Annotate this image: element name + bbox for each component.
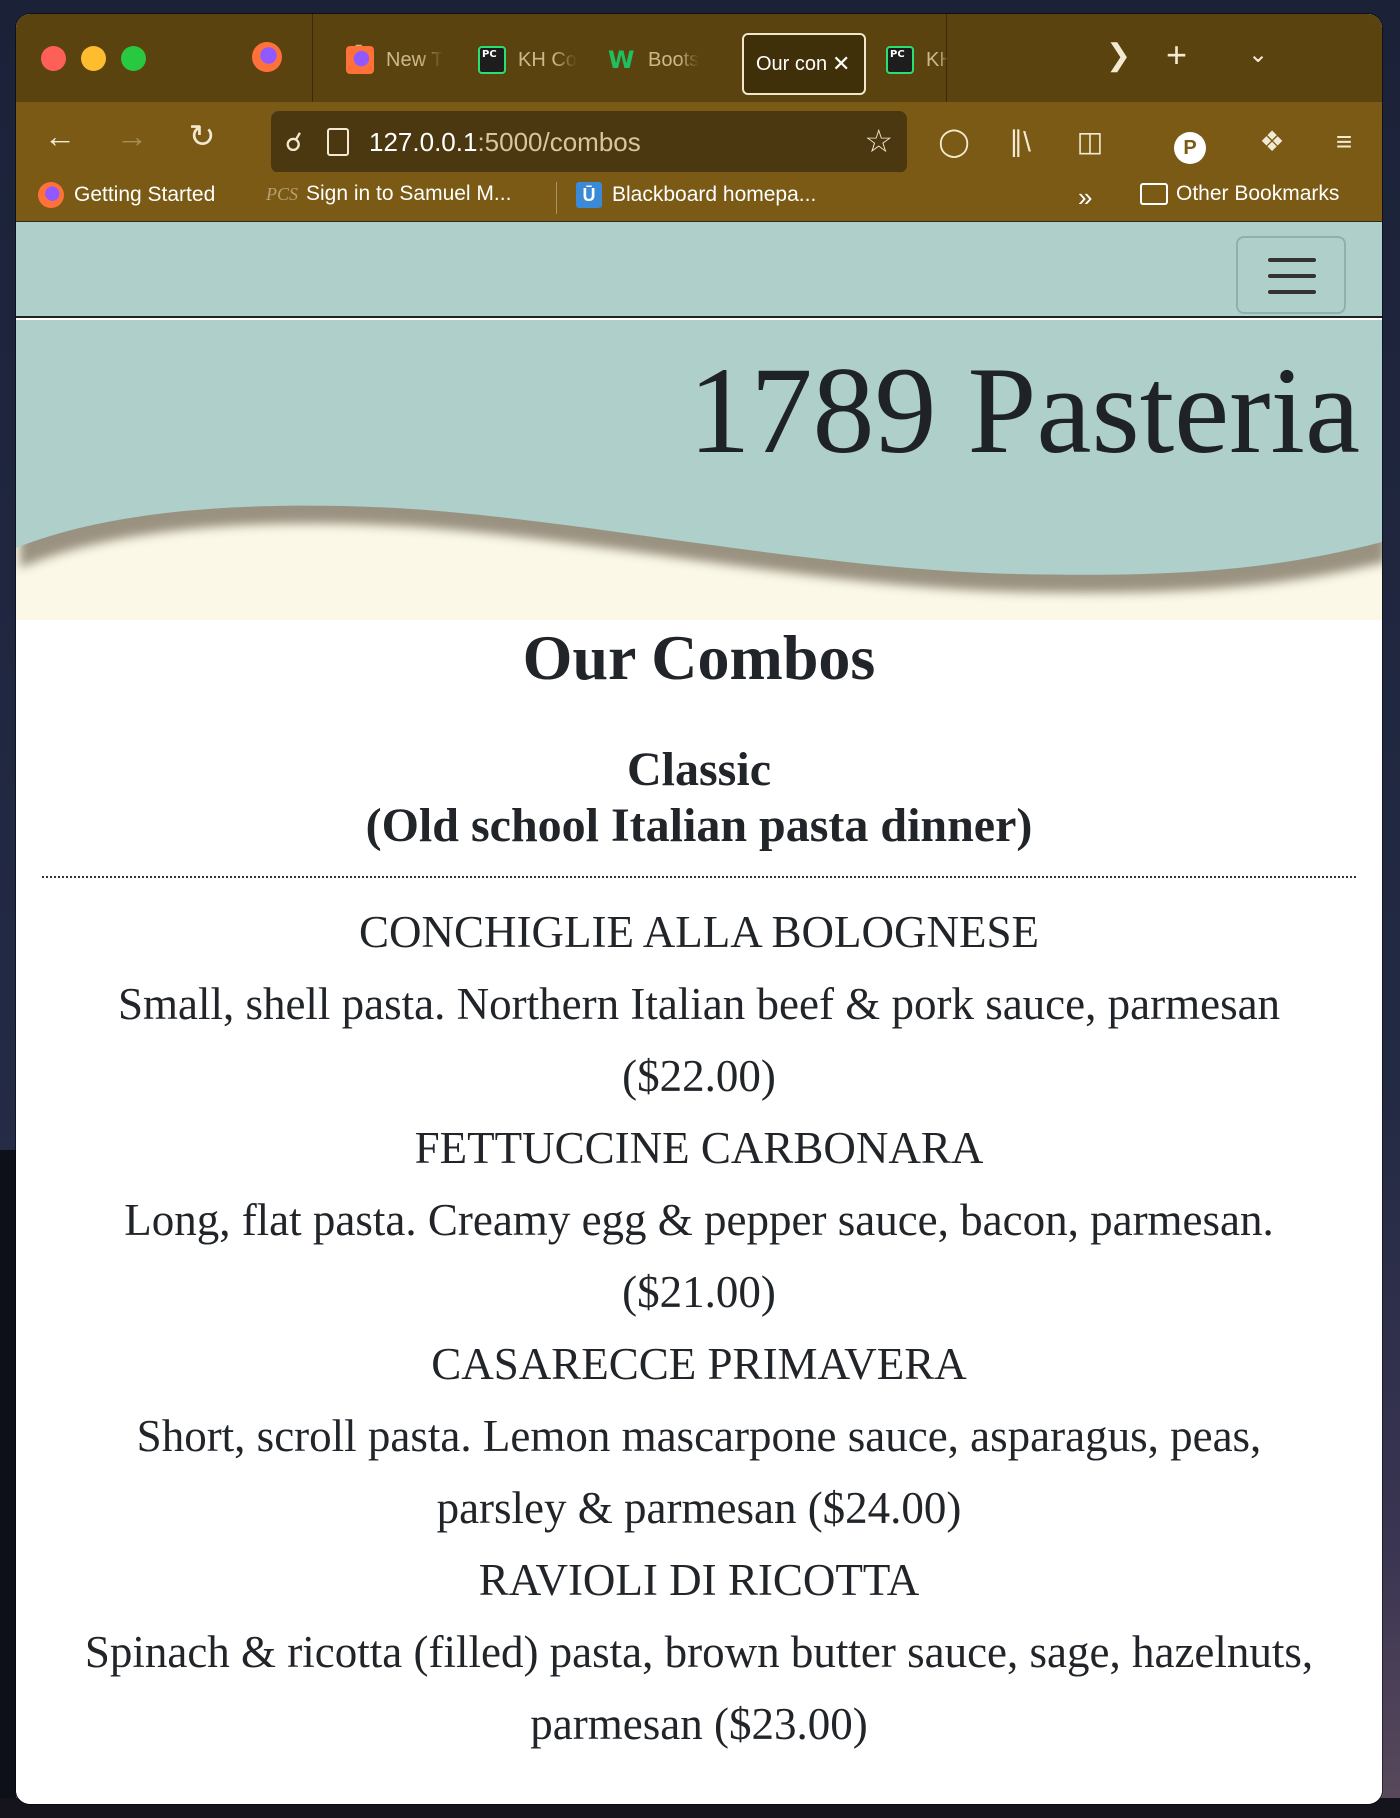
pocket-icon[interactable]: ◯ — [934, 122, 974, 162]
page-heading: Our Combos — [522, 622, 876, 693]
tab-bootstrap[interactable]: W Boots — [608, 36, 728, 84]
bookmark-label: Getting Started — [74, 183, 216, 206]
divider — [312, 14, 313, 102]
tab-kh-co[interactable]: KH Co — [478, 36, 588, 84]
hamburger-line — [1268, 290, 1316, 294]
firefox-view-icon[interactable] — [252, 42, 282, 72]
menu-item-name: CASARECCE PRIMAVERA — [431, 1339, 967, 1389]
menu-item-description: Spinach & ricotta (filled) pasta, brown … — [84, 1627, 1314, 1677]
tab-strip: ❮ New T KH Co W Boots Our con ✕ KH ❯ + ⌄ — [16, 14, 1382, 102]
extensions-puzzle-icon[interactable]: ❖ — [1252, 122, 1292, 162]
more-bookmarks-chevron-icon[interactable]: » — [1078, 182, 1092, 213]
window-controls — [41, 45, 146, 71]
menu-item-name: FETTUCCINE CARBONARA — [414, 1123, 984, 1173]
page-info-icon[interactable] — [327, 128, 349, 156]
menu-item-price: ($22.00) — [622, 1051, 776, 1101]
pcs-icon: PCS — [266, 183, 299, 204]
url-path: :5000/combos — [477, 126, 641, 157]
blackboard-icon: Ū — [576, 182, 602, 208]
menu-item-price: ($21.00) — [622, 1267, 776, 1317]
url-host: 127.0.0.1 — [369, 126, 478, 157]
navigation-toolbar: ← → ↻ ☌ 127.0.0.1:5000/combos ☆ ◯ ∥\ ◫ P… — [16, 102, 1382, 173]
url-text[interactable]: 127.0.0.1:5000/combos — [369, 127, 641, 158]
hamburger-menu-icon[interactable]: ≡ — [1324, 122, 1364, 162]
bookmarks-toolbar: Getting Started PCS Sign in to Samuel M.… — [16, 172, 1382, 222]
menu-item-name: CONCHIGLIE ALLA BOLOGNESE — [359, 907, 1039, 957]
menu-item-description: Long, flat pasta. Creamy egg & pepper sa… — [124, 1195, 1274, 1245]
zoom-window-button[interactable] — [121, 45, 146, 71]
menu-item-description: parsley & parmesan ($24.00) — [436, 1483, 962, 1533]
profile-avatar[interactable]: P — [1174, 132, 1206, 164]
list-all-tabs-chevron-icon[interactable]: ⌄ — [1248, 40, 1268, 69]
tab-label: KH — [926, 48, 948, 71]
navbar-toggler-button[interactable] — [1236, 236, 1346, 314]
pycharm-icon — [886, 46, 914, 74]
bookmark-sign-in-samuel[interactable]: PCS Sign in to Samuel M... — [266, 182, 511, 206]
dotted-divider — [42, 876, 1356, 878]
pycharm-icon — [478, 46, 506, 74]
tracking-protection-shield-icon[interactable]: ☌ — [285, 127, 311, 157]
section-title: Classic — [627, 743, 771, 796]
bookmark-star-icon[interactable]: ☆ — [864, 123, 893, 159]
bookmark-label: Blackboard homepa... — [612, 183, 817, 206]
sidebar-icon[interactable]: ◫ — [1070, 122, 1110, 162]
new-tab-plus-icon[interactable]: + — [1166, 34, 1187, 76]
close-window-button[interactable] — [41, 45, 66, 71]
section-subtitle: (Old school Italian pasta dinner) — [365, 799, 1033, 852]
close-tab-icon[interactable]: ✕ — [832, 51, 850, 77]
tab-label: New T — [386, 48, 444, 71]
menu-item-description: Small, shell pasta. Northern Italian bee… — [117, 979, 1281, 1029]
tab-kh[interactable]: KH — [886, 36, 948, 84]
tab-our-combos[interactable]: Our con ✕ — [742, 33, 866, 95]
menu-item-description: Short, scroll pasta. Lemon mascarpone sa… — [136, 1411, 1262, 1461]
reload-icon[interactable]: ↻ — [180, 116, 224, 156]
divider — [556, 182, 557, 214]
other-bookmarks-label: Other Bookmarks — [1176, 182, 1340, 205]
firefox-icon — [38, 182, 64, 208]
address-bar[interactable]: ☌ 127.0.0.1:5000/combos ☆ — [271, 111, 907, 173]
tab-label: Boots — [648, 48, 700, 71]
folder-icon — [1140, 183, 1168, 205]
menu-content: Our Combos Classic (Old school Italian p… — [16, 626, 1382, 1760]
bookmark-getting-started[interactable]: Getting Started — [38, 182, 215, 208]
tab-new-tab[interactable]: New T — [346, 36, 456, 84]
bookmark-label: Sign in to Samuel M... — [306, 182, 512, 205]
tab-scroll-right-icon[interactable]: ❯ — [1106, 38, 1131, 73]
w3schools-icon: W — [608, 46, 635, 74]
menu-item-description: parmesan ($23.00) — [530, 1699, 868, 1749]
firefox-icon — [346, 46, 374, 74]
hamburger-line — [1268, 274, 1316, 278]
bookmark-blackboard[interactable]: Ū Blackboard homepa... — [576, 182, 816, 208]
back-arrow-icon[interactable]: ← — [38, 116, 82, 156]
minimize-window-button[interactable] — [81, 45, 106, 71]
browser-window: ❮ New T KH Co W Boots Our con ✕ KH ❯ + ⌄… — [16, 14, 1382, 1804]
divider — [946, 14, 947, 102]
site-navbar — [16, 222, 1382, 318]
menu-list: CONCHIGLIE ALLA BOLOGNESE Small, shell p… — [16, 896, 1382, 1760]
tab-label: KH Co — [518, 48, 577, 71]
hero-banner: 1789 Pasteria — [16, 320, 1382, 620]
brand-title: 1789 Pasteria — [688, 342, 1360, 479]
web-page: 1789 Pasteria Our Combos Classic (Old sc… — [16, 222, 1382, 1804]
tab-label: Our con — [756, 52, 826, 75]
menu-item-name: RAVIOLI DI RICOTTA — [478, 1555, 920, 1605]
hamburger-line — [1268, 258, 1316, 262]
library-icon[interactable]: ∥\ — [1000, 122, 1040, 162]
forward-arrow-icon[interactable]: → — [110, 116, 154, 156]
desktop-background — [0, 1150, 16, 1818]
other-bookmarks-folder[interactable]: Other Bookmarks — [1140, 182, 1339, 206]
